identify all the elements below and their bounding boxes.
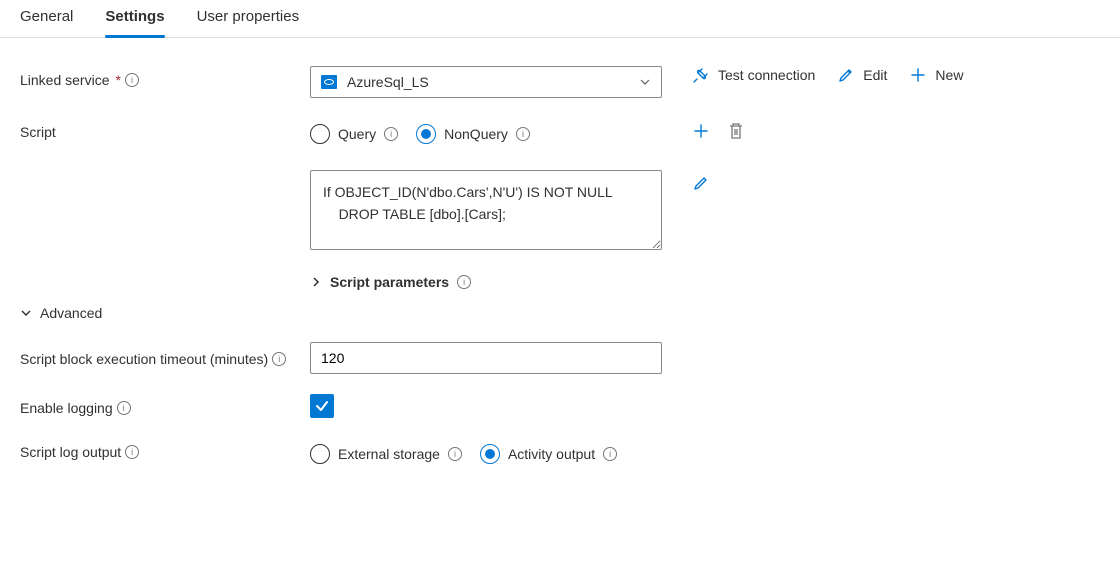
external-storage-label: External storage — [338, 446, 440, 462]
info-icon[interactable]: i — [384, 127, 398, 141]
settings-form: Linked service * i AzureSql_LS Test conn… — [0, 38, 1120, 518]
label-text: Script block execution timeout (minutes) — [20, 348, 268, 370]
add-script-button[interactable] — [692, 122, 710, 140]
external-storage-option[interactable]: External storage i — [310, 444, 462, 464]
script-text-row: If OBJECT_ID(N'dbo.Cars',N'U') IS NOT NU… — [20, 170, 1100, 250]
linked-service-label: Linked service * i — [20, 66, 310, 88]
tab-user-properties[interactable]: User properties — [197, 0, 300, 37]
activity-output-label: Activity output — [508, 446, 595, 462]
info-icon[interactable]: i — [117, 401, 131, 415]
timeout-label: Script block execution timeout (minutes)… — [20, 342, 310, 370]
log-output-label: Script log output i — [20, 438, 310, 460]
tabs-bar: General Settings User properties — [0, 0, 1120, 38]
delete-script-button[interactable] — [728, 122, 744, 140]
script-label: Script — [20, 118, 310, 140]
info-icon[interactable]: i — [125, 445, 139, 459]
script-parameters-row: Script parameters i — [20, 270, 1100, 291]
plus-icon — [909, 66, 927, 84]
enable-logging-row: Enable logging i — [20, 394, 1100, 418]
label-text: Script — [20, 124, 56, 140]
info-icon[interactable]: i — [603, 447, 617, 461]
label-text: Linked service — [20, 72, 110, 88]
enable-logging-checkbox[interactable] — [310, 394, 334, 418]
timeout-input[interactable] — [310, 342, 662, 374]
advanced-label: Advanced — [40, 305, 102, 321]
test-connection-label: Test connection — [718, 67, 815, 83]
tab-settings[interactable]: Settings — [105, 0, 164, 37]
info-icon[interactable]: i — [125, 73, 139, 87]
label-text: Script log output — [20, 444, 121, 460]
plug-icon — [692, 66, 710, 84]
query-label: Query — [338, 126, 376, 142]
edit-button[interactable]: Edit — [837, 66, 887, 84]
info-icon[interactable]: i — [272, 352, 286, 366]
new-button[interactable]: New — [909, 66, 963, 84]
script-list-actions — [662, 118, 744, 140]
radio-activity-output[interactable] — [480, 444, 500, 464]
advanced-expander[interactable]: Advanced — [20, 305, 102, 321]
query-option[interactable]: Query i — [310, 124, 398, 144]
checkmark-icon — [314, 398, 330, 414]
linked-service-row: Linked service * i AzureSql_LS Test conn… — [20, 66, 1100, 98]
script-parameters-expander[interactable]: Script parameters i — [310, 274, 471, 290]
nonquery-label: NonQuery — [444, 126, 508, 142]
activity-output-option[interactable]: Activity output i — [480, 444, 617, 464]
radio-external-storage[interactable] — [310, 444, 330, 464]
enable-logging-label: Enable logging i — [20, 394, 310, 416]
dropdown-value: AzureSql_LS — [347, 74, 429, 90]
chevron-right-icon — [310, 276, 322, 288]
edit-label: Edit — [863, 67, 887, 83]
trash-icon — [728, 122, 744, 140]
required-indicator: * — [116, 72, 121, 88]
advanced-row: Advanced — [20, 301, 1100, 322]
sql-database-icon — [321, 75, 337, 89]
script-textarea[interactable]: If OBJECT_ID(N'dbo.Cars',N'U') IS NOT NU… — [310, 170, 662, 250]
info-icon[interactable]: i — [448, 447, 462, 461]
new-label: New — [935, 67, 963, 83]
radio-nonquery[interactable] — [416, 124, 436, 144]
pencil-icon — [837, 66, 855, 84]
label-text: Enable logging — [20, 400, 113, 416]
test-connection-button[interactable]: Test connection — [692, 66, 815, 84]
script-parameters-label: Script parameters — [330, 274, 449, 290]
chevron-down-icon — [639, 76, 651, 88]
timeout-row: Script block execution timeout (minutes)… — [20, 342, 1100, 374]
log-output-row: Script log output i External storage i A… — [20, 438, 1100, 470]
chevron-down-icon — [20, 307, 32, 319]
pencil-icon — [692, 174, 710, 192]
plus-icon — [692, 122, 710, 140]
info-icon[interactable]: i — [457, 275, 471, 289]
linked-service-dropdown[interactable]: AzureSql_LS — [310, 66, 662, 98]
linked-service-actions: Test connection Edit New — [662, 66, 963, 84]
script-type-row: Script Query i NonQuery i — [20, 118, 1100, 150]
radio-query[interactable] — [310, 124, 330, 144]
nonquery-option[interactable]: NonQuery i — [416, 124, 530, 144]
info-icon[interactable]: i — [516, 127, 530, 141]
edit-script-button[interactable] — [692, 174, 710, 192]
tab-general[interactable]: General — [20, 0, 73, 37]
